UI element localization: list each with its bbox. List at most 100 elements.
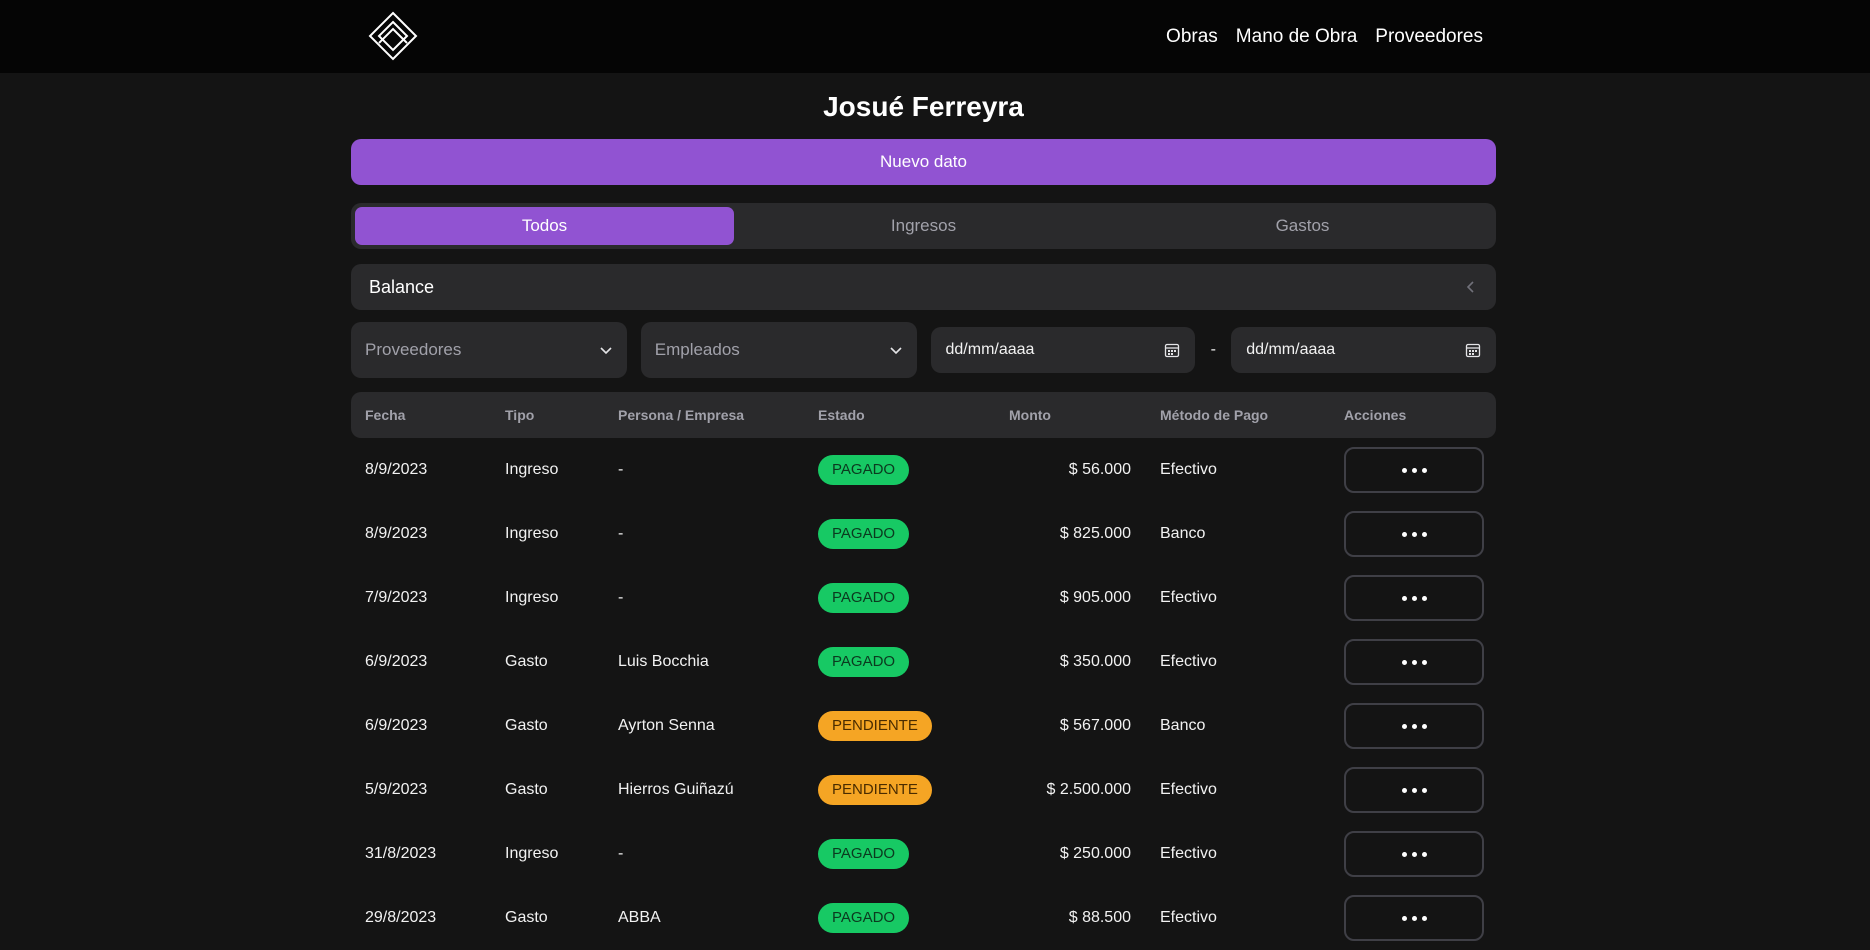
table-header: Fecha Tipo Persona / Empresa Estado Mont… [351, 392, 1496, 438]
header-acciones: Acciones [1344, 407, 1407, 423]
top-navbar: Obras Mano de Obra Proveedores [0, 0, 1870, 73]
row-actions-button[interactable] [1344, 767, 1484, 813]
new-entry-button[interactable]: Nuevo dato [351, 139, 1496, 185]
cell-tipo: Ingreso [505, 845, 559, 862]
header-persona[interactable]: Persona / Empresa [618, 392, 744, 438]
cell-monto: $ 56.000 [1068, 461, 1131, 478]
calendar-icon[interactable] [1164, 342, 1180, 358]
cell-tipo: Gasto [505, 717, 548, 734]
cell-metodo: Efectivo [1160, 909, 1217, 926]
row-actions-button[interactable] [1344, 511, 1484, 557]
cell-fecha: 8/9/2023 [365, 525, 428, 542]
more-horizontal-icon [1399, 915, 1429, 921]
nav-link-proveedores[interactable]: Proveedores [1375, 26, 1483, 48]
date-range-separator: - [1210, 341, 1216, 358]
cell-fecha: 8/9/2023 [365, 461, 428, 478]
header-tipo[interactable]: Tipo [505, 392, 534, 438]
cell-fecha: 31/8/2023 [365, 845, 437, 862]
table-row: 6/9/2023 Gasto Ayrton Senna PENDIENTE $ … [351, 694, 1496, 758]
header-monto[interactable]: Monto [1009, 392, 1051, 438]
empleados-select-label: Empleados [654, 340, 740, 359]
main-content: Josué Ferreyra Nuevo dato Todos Ingresos… [351, 73, 1496, 950]
table-row: 29/8/2023 Gasto ABBA PAGADO $ 88.500 Efe… [351, 886, 1496, 950]
cell-tipo: Ingreso [505, 461, 559, 478]
row-actions-button[interactable] [1344, 831, 1484, 877]
balance-accordion-title: Balance [369, 276, 435, 297]
header-estado[interactable]: Estado [818, 392, 865, 438]
status-badge: PENDIENTE [818, 775, 932, 805]
nav-link-obras[interactable]: Obras [1166, 26, 1218, 48]
cell-fecha: 29/8/2023 [365, 909, 437, 926]
cell-persona: - [618, 589, 624, 606]
main-nav: Obras Mano de Obra Proveedores [1166, 0, 1483, 73]
more-horizontal-icon [1399, 851, 1429, 857]
cell-metodo: Efectivo [1160, 461, 1217, 478]
calendar-icon[interactable] [1465, 342, 1481, 358]
empleados-select[interactable]: Empleados [640, 322, 917, 378]
cell-fecha: 5/9/2023 [365, 781, 428, 798]
type-tabs: Todos Ingresos Gastos [351, 203, 1496, 249]
row-actions-button[interactable] [1344, 639, 1484, 685]
status-badge: PAGADO [818, 647, 910, 677]
more-horizontal-icon [1399, 723, 1429, 729]
cell-persona: Ayrton Senna [618, 717, 715, 734]
cell-persona: - [618, 845, 624, 862]
cell-metodo: Efectivo [1160, 781, 1217, 798]
cell-persona: - [618, 461, 624, 478]
cell-metodo: Banco [1160, 717, 1206, 734]
cell-metodo: Efectivo [1160, 653, 1217, 670]
date-to-input[interactable]: dd/mm/aaaa [1231, 327, 1496, 373]
cell-monto: $ 250.000 [1059, 845, 1131, 862]
cell-monto: $ 2.500.000 [1046, 781, 1131, 798]
cell-persona: - [618, 525, 624, 542]
cell-monto: $ 825.000 [1059, 525, 1131, 542]
cell-monto: $ 905.000 [1059, 589, 1131, 606]
more-horizontal-icon [1399, 659, 1429, 665]
more-horizontal-icon [1399, 595, 1429, 601]
table-row: 7/9/2023 Ingreso - PAGADO $ 905.000 Efec… [351, 566, 1496, 630]
tab-ingresos[interactable]: Ingresos [734, 207, 1113, 245]
cell-metodo: Efectivo [1160, 845, 1217, 862]
nav-link-mano-de-obra[interactable]: Mano de Obra [1236, 26, 1357, 48]
status-badge: PAGADO [818, 903, 910, 933]
cell-metodo: Efectivo [1160, 589, 1217, 606]
chevron-down-icon [600, 347, 612, 355]
more-horizontal-icon [1399, 531, 1429, 537]
tab-gastos[interactable]: Gastos [1113, 207, 1492, 245]
cell-tipo: Ingreso [505, 589, 559, 606]
cell-tipo: Gasto [505, 909, 548, 926]
row-actions-button[interactable] [1344, 575, 1484, 621]
cell-metodo: Banco [1160, 525, 1206, 542]
cell-fecha: 6/9/2023 [365, 653, 428, 670]
date-from-input[interactable]: dd/mm/aaaa [930, 327, 1196, 373]
row-actions-button[interactable] [1344, 703, 1484, 749]
table-row: 31/8/2023 Ingreso - PAGADO $ 250.000 Efe… [351, 822, 1496, 886]
cell-tipo: Ingreso [505, 525, 559, 542]
cell-monto: $ 567.000 [1059, 717, 1131, 734]
logo-icon[interactable] [367, 10, 419, 62]
table-row: 5/9/2023 Gasto Hierros Guiñazú PENDIENTE… [351, 758, 1496, 822]
table-row: 8/9/2023 Ingreso - PAGADO $ 56.000 Efect… [351, 438, 1496, 502]
row-actions-button[interactable] [1344, 895, 1484, 941]
cell-persona: Hierros Guiñazú [618, 781, 734, 798]
more-horizontal-icon [1399, 787, 1429, 793]
date-to-value: dd/mm/aaaa [1246, 341, 1336, 358]
header-fecha[interactable]: Fecha [365, 392, 405, 438]
cell-fecha: 6/9/2023 [365, 717, 428, 734]
cell-persona: ABBA [618, 909, 661, 926]
status-badge: PAGADO [818, 519, 910, 549]
cell-tipo: Gasto [505, 781, 548, 798]
row-actions-button[interactable] [1344, 447, 1484, 493]
cell-tipo: Gasto [505, 653, 548, 670]
proveedores-select[interactable]: Proveedores [351, 322, 627, 378]
cell-monto: $ 350.000 [1059, 653, 1131, 670]
status-badge: PAGADO [818, 455, 910, 485]
status-badge: PAGADO [818, 583, 910, 613]
status-badge: PENDIENTE [818, 711, 932, 741]
cell-monto: $ 88.500 [1068, 909, 1131, 926]
page-title: Josué Ferreyra [823, 91, 1024, 122]
header-metodo[interactable]: Método de Pago [1160, 392, 1268, 438]
date-from-value: dd/mm/aaaa [945, 341, 1035, 358]
balance-accordion[interactable]: Balance [351, 264, 1496, 310]
tab-todos[interactable]: Todos [355, 207, 734, 245]
